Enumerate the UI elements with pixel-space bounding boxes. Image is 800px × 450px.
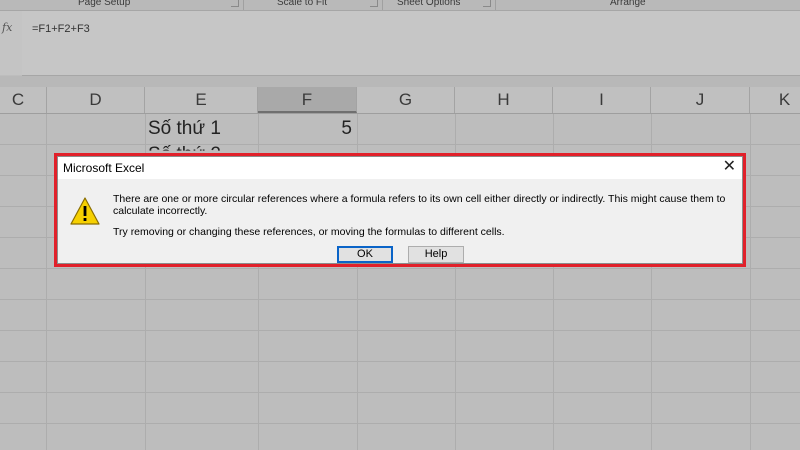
cell-f1[interactable]: 5	[260, 118, 352, 140]
formula-bar[interactable]: =F1+F2+F3	[22, 11, 800, 76]
ok-button[interactable]: OK	[337, 246, 393, 263]
grid-line	[0, 299, 800, 300]
sheet-options-launcher-icon[interactable]	[483, 0, 491, 7]
ribbon-group-sheet-options: Sheet Options	[397, 0, 461, 8]
column-header-i[interactable]: I	[553, 87, 651, 113]
dialog-message-hint: Try removing or changing these reference…	[113, 226, 505, 238]
dialog-message-main: There are one or more circular reference…	[113, 193, 726, 217]
formula-text[interactable]: =F1+F2+F3	[32, 23, 90, 35]
ribbon-group-labels: Page Setup Scale to Fit Sheet Options Ar…	[0, 0, 800, 11]
column-header-h[interactable]: H	[455, 87, 553, 113]
ribbon-group-scale-to-fit: Scale to Fit	[277, 0, 328, 8]
column-headers: C D E F G H I J K	[0, 87, 800, 114]
circular-reference-dialog: Microsoft Excel ✕ There are one or more …	[57, 156, 743, 264]
column-header-g[interactable]: G	[357, 87, 455, 113]
grid-line	[46, 114, 47, 450]
column-header-j[interactable]: J	[651, 87, 750, 113]
warning-icon	[70, 197, 100, 225]
formula-bar-controls: fx	[0, 11, 23, 75]
ribbon-group-arrange: Arrange	[610, 0, 646, 8]
ribbon-separator	[243, 0, 244, 10]
column-header-d[interactable]: D	[47, 87, 145, 113]
grid-line	[0, 330, 800, 331]
grid-line	[0, 392, 800, 393]
grid-line	[0, 268, 800, 269]
column-header-k[interactable]: K	[750, 87, 800, 113]
scale-to-fit-launcher-icon[interactable]	[370, 0, 378, 7]
ribbon-separator	[382, 0, 383, 10]
page-setup-launcher-icon[interactable]	[231, 0, 239, 7]
close-icon[interactable]: ✕	[723, 158, 736, 176]
cell-e1[interactable]: Số thứ 1	[148, 118, 221, 140]
insert-function-icon[interactable]: fx	[2, 21, 12, 34]
grid-line	[0, 423, 800, 424]
help-button[interactable]: Help	[408, 246, 464, 263]
grid-line	[0, 361, 800, 362]
column-header-e[interactable]: E	[145, 87, 258, 113]
column-header-c[interactable]: C	[0, 87, 47, 113]
formula-bar-gap	[0, 76, 800, 87]
dialog-title: Microsoft Excel	[63, 161, 145, 175]
grid-line	[0, 144, 800, 145]
grid-line	[750, 114, 751, 450]
column-header-f[interactable]: F	[258, 87, 357, 113]
ribbon-separator	[495, 0, 496, 10]
dialog-title-bar[interactable]: Microsoft Excel ✕	[58, 157, 742, 179]
ribbon-group-page-setup: Page Setup	[78, 0, 131, 8]
